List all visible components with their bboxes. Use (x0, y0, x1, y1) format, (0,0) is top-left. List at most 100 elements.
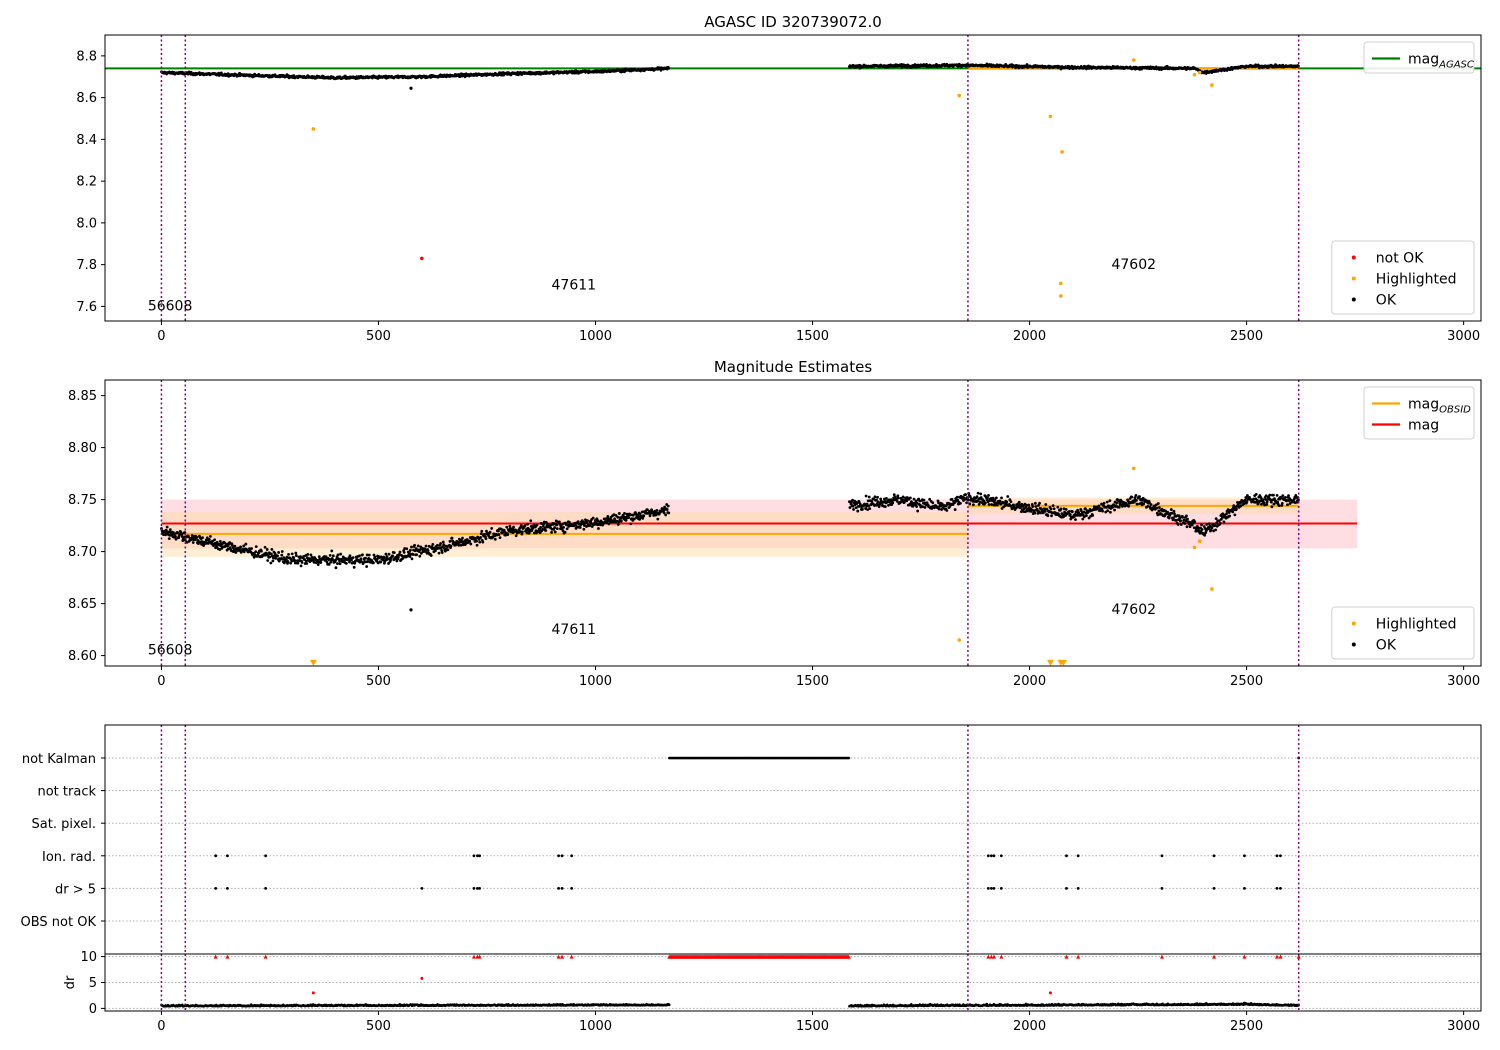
ok-point (479, 536, 483, 539)
ok-point (1214, 528, 1218, 532)
ok-point (623, 512, 626, 515)
ok-point (1228, 514, 1232, 518)
ok-point (864, 494, 868, 498)
ok-point (415, 553, 419, 557)
ok-point (1006, 495, 1010, 498)
ok-point (490, 527, 494, 530)
ok-point (268, 555, 272, 559)
ok-point (1245, 494, 1249, 497)
ok-point (1254, 492, 1258, 496)
ok-point (553, 530, 557, 534)
obsid-label: 56608 (148, 643, 193, 659)
flag-point (986, 854, 990, 858)
ok-point (1214, 517, 1218, 521)
ok-point (1074, 518, 1077, 521)
ok-point (384, 552, 388, 556)
ok-point (426, 549, 430, 553)
ok-point (213, 538, 216, 542)
flag-point (1065, 887, 1068, 890)
obsid-label: 56608 (148, 299, 193, 315)
ok-point (330, 549, 334, 553)
ok-point (1108, 499, 1112, 503)
ok-point (1105, 500, 1109, 504)
ok-point (506, 533, 510, 537)
ok-point (372, 561, 375, 565)
ok-point (1275, 493, 1279, 497)
ok-point (446, 548, 450, 552)
ok-point (1269, 500, 1273, 504)
ok-point (968, 502, 972, 506)
highlighted-point (957, 93, 962, 98)
ok-point (1085, 514, 1088, 518)
dr-point (667, 1003, 671, 1007)
highlighted-point (1048, 114, 1053, 119)
x-tick-label: 2500 (1230, 329, 1263, 344)
ok-point (208, 534, 212, 538)
ok-point (280, 550, 284, 553)
ok-point (1277, 504, 1281, 508)
highlighted-point (1060, 150, 1064, 154)
highlighted-point (1192, 72, 1197, 77)
flag-point (472, 854, 476, 858)
ok-point (239, 545, 243, 549)
flag-point (1243, 854, 1246, 858)
ok-point (269, 561, 273, 565)
ok-point (1265, 500, 1269, 504)
ok-point (233, 544, 237, 548)
ok-point (873, 495, 877, 499)
ok-point (1261, 498, 1265, 502)
panel-title: AGASC ID 320739072.0 (704, 13, 882, 31)
x-tick-label: 3000 (1447, 329, 1480, 344)
ok-point (1056, 505, 1060, 509)
ok-point (413, 543, 416, 547)
highlighted-point (957, 638, 962, 642)
x-tick-label: 1500 (796, 329, 829, 344)
flag-point (478, 887, 482, 890)
ok-point (397, 555, 400, 559)
top-magnitude-panel: 0 500 1000 1500 2000 2500 30007.67.88.08.28.48… (76, 13, 1482, 344)
ok-point (1156, 502, 1160, 505)
flag-point (986, 887, 990, 890)
ok-point (912, 497, 916, 501)
ok-point (950, 497, 954, 501)
flag-point (1212, 887, 1216, 890)
flag-point (557, 887, 561, 890)
ok-point (964, 493, 967, 496)
ok-point (1157, 506, 1161, 509)
ok-point (230, 543, 234, 547)
x-tick-label: 2500 (1230, 674, 1263, 689)
ok-point (352, 565, 356, 569)
ok-point (1027, 503, 1031, 507)
legend-label: OK (1376, 638, 1397, 654)
ok-point (263, 545, 267, 549)
ok-point (521, 530, 524, 534)
ok-point (1172, 509, 1176, 513)
ok-point (986, 496, 989, 500)
ok-point (1138, 495, 1141, 498)
flag-category-label: Sat. pixel. (32, 817, 96, 832)
y-tick-label: 8.8 (76, 49, 97, 64)
ok-point (409, 548, 412, 552)
ok-point (1210, 526, 1214, 530)
flag-point (1279, 854, 1282, 858)
ok-point (350, 558, 353, 562)
flag-point (557, 854, 561, 858)
ok-point (276, 554, 279, 558)
flag-point (226, 887, 229, 890)
ok-point (616, 523, 620, 526)
ok-point (523, 524, 527, 528)
ok-point (450, 536, 454, 540)
flag-point (570, 854, 574, 858)
ok-point (616, 515, 620, 519)
flag-category-label: OBS not OK (21, 915, 97, 930)
flag-category-label: Ion. rad. (42, 850, 96, 865)
ok-point (915, 505, 919, 508)
flag-point (560, 854, 564, 858)
ok-point (294, 554, 298, 557)
ok-point (1079, 509, 1083, 513)
ok-point (1046, 514, 1050, 518)
legend-subscript: OBSID (1439, 405, 1471, 416)
ok-point (1049, 507, 1053, 511)
flag-point (560, 887, 564, 890)
ok-point (535, 523, 539, 527)
